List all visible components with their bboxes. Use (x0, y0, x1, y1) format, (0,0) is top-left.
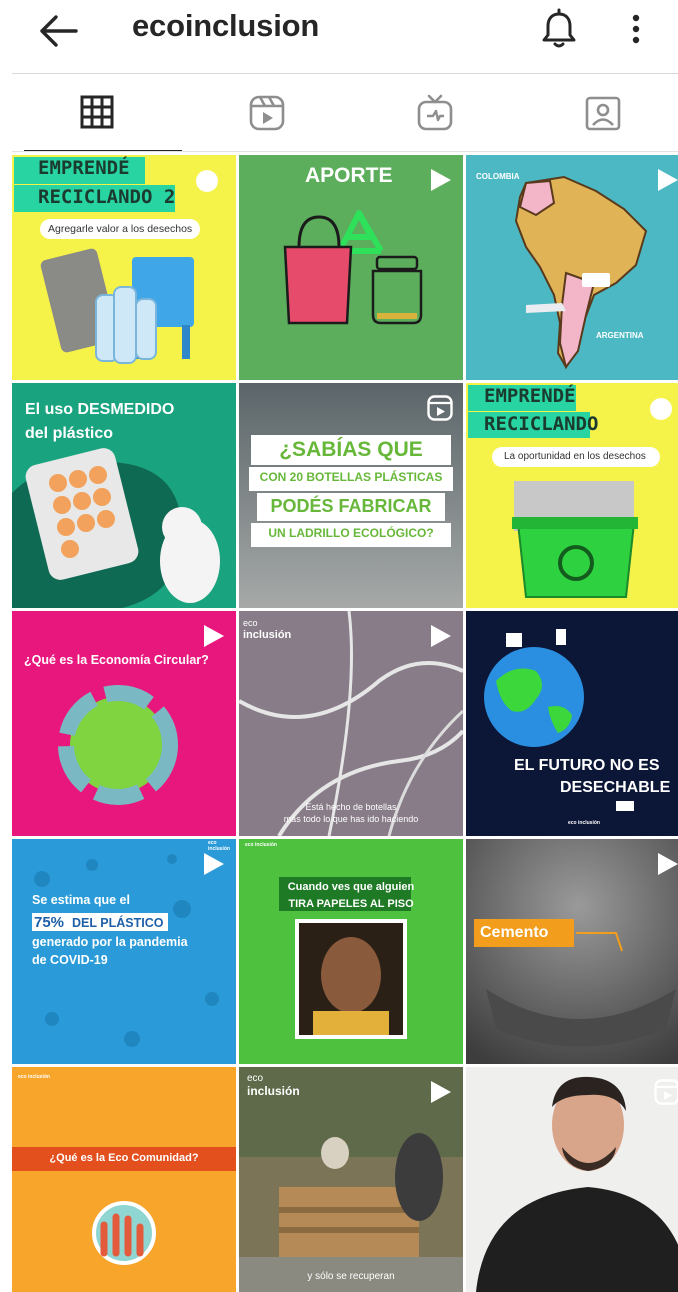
post-title-line: DESECHABLE (560, 779, 670, 797)
eco-community-illustration (12, 1067, 236, 1292)
post-title-line: TIRA PAPELES AL PISO (239, 898, 463, 911)
tab-grid[interactable] (12, 74, 182, 152)
post-text-highlight: DEL PLÁSTICO (72, 916, 163, 930)
more-options-icon[interactable] (622, 10, 650, 48)
tab-igtv[interactable] (350, 74, 520, 152)
video-play-icon (200, 851, 226, 877)
video-play-icon (427, 1079, 453, 1105)
post-text-line: Se estima que el (32, 893, 130, 907)
south-america-map-illustration (466, 155, 678, 380)
video-caption: y sólo se recuperan (239, 1271, 463, 1283)
post-title-line: EMPRENDÉ (38, 158, 130, 180)
brand-logo-line: eco (247, 1073, 263, 1085)
igtv-icon (416, 94, 454, 132)
brand-logo: eco inclusión (18, 1075, 50, 1081)
tabs-divider (12, 151, 678, 152)
post-text-line: de COVID-19 (32, 953, 108, 967)
post-tile[interactable]: EMPRENDÉ RECICLANDO 2 Agregarle valor a … (12, 155, 236, 380)
tab-tagged[interactable] (518, 74, 678, 152)
cement-bowl-photo (466, 839, 678, 1064)
profile-username: ecoinclusion (132, 8, 319, 44)
man-speaking-photo (466, 1067, 678, 1292)
brand-logo: eco inclusión (568, 821, 600, 827)
post-tile[interactable]: El uso DESMEDIDO del plástico (12, 383, 236, 608)
back-arrow-icon[interactable] (36, 12, 80, 50)
post-tile[interactable]: APORTE (239, 155, 463, 380)
reels-icon (427, 395, 453, 421)
post-title-line: EL FUTURO NO ES (514, 757, 660, 775)
post-tile[interactable]: EMPRENDÉ RECICLANDO La oportunidad en lo… (466, 383, 678, 608)
map-label: COLOMBIA (476, 172, 520, 181)
post-label: Cemento (480, 924, 548, 942)
post-tile[interactable]: ¿SABÍAS QUE CON 20 BOTELLAS PLÁSTICAS PO… (239, 383, 463, 608)
post-title: APORTE (305, 164, 393, 188)
post-text-highlight: 75% (34, 914, 64, 931)
post-title-line: RECICLANDO (484, 414, 598, 436)
post-tile[interactable]: Se estima que el 75% DEL PLÁSTICO genera… (12, 839, 236, 1064)
post-tile[interactable]: EL FUTURO NO ES DESECHABLE eco inclusión (466, 611, 678, 836)
video-caption: Está hecho de botellas (239, 802, 463, 812)
video-play-icon (427, 167, 453, 193)
post-title-line: RECICLANDO 2 (38, 187, 175, 209)
post-title-line: CON 20 BOTELLAS PLÁSTICAS (239, 471, 463, 485)
post-title-line: EMPRENDÉ (484, 386, 576, 408)
video-play-icon (654, 851, 678, 877)
earth-globe-illustration (466, 611, 678, 836)
grid-icon (79, 94, 115, 130)
post-tile[interactable]: ¿Qué es la Eco Comunidad? eco inclusión (12, 1067, 236, 1292)
tagged-person-icon (584, 94, 622, 132)
post-title-line: PODÉS FABRICAR (239, 496, 463, 517)
post-subtitle: Agregarle valor a los desechos (48, 223, 192, 235)
post-text-line: generado por la pandemia (32, 935, 188, 949)
post-title: ¿Qué es la Eco Comunidad? (12, 1152, 236, 1165)
post-title-line: Cuando ves que alguien (239, 881, 463, 894)
tab-reels[interactable] (182, 74, 352, 152)
post-title-line: UN LADRILLO ECOLÓGICO? (239, 527, 463, 541)
post-title-line: El uso DESMEDIDO (25, 401, 174, 419)
post-tile[interactable] (466, 1067, 678, 1292)
map-label: ARGENTINA (596, 331, 644, 340)
post-tile[interactable]: eco inclusión y sólo se recuperan (239, 1067, 463, 1292)
post-tile[interactable]: Cuando ves que alguien TIRA PAPELES AL P… (239, 839, 463, 1064)
brand-logo: eco inclusión (245, 843, 277, 849)
post-title-line: del plástico (25, 425, 113, 443)
reels-icon (654, 1079, 678, 1105)
post-tile[interactable]: eco inclusión Está hecho de botellas más… (239, 611, 463, 836)
profile-header: ecoinclusion (0, 0, 678, 74)
post-tile[interactable]: COLOMBIA ARGENTINA (466, 155, 678, 380)
boy-reaction-photo (239, 839, 463, 1064)
reels-icon (248, 94, 286, 132)
post-title-line: ¿SABÍAS QUE (239, 438, 463, 462)
post-subtitle: La oportunidad en los desechos (504, 451, 646, 463)
brand-logo-line: inclusión (247, 1085, 300, 1099)
video-play-icon (427, 623, 453, 649)
video-caption: más todo lo que has ido haciendo (239, 814, 463, 824)
brand-logo-line: eco (243, 618, 258, 628)
notifications-bell-icon[interactable] (538, 8, 580, 50)
post-tile[interactable]: ¿Qué es la Economía Circular? (12, 611, 236, 836)
profile-tabs (0, 74, 678, 152)
video-play-icon (200, 623, 226, 649)
post-title: ¿Qué es la Economía Circular? (24, 653, 209, 667)
video-play-icon (654, 167, 678, 193)
post-tile[interactable]: Cemento (466, 839, 678, 1064)
brand-logo-line: inclusión (243, 629, 291, 642)
